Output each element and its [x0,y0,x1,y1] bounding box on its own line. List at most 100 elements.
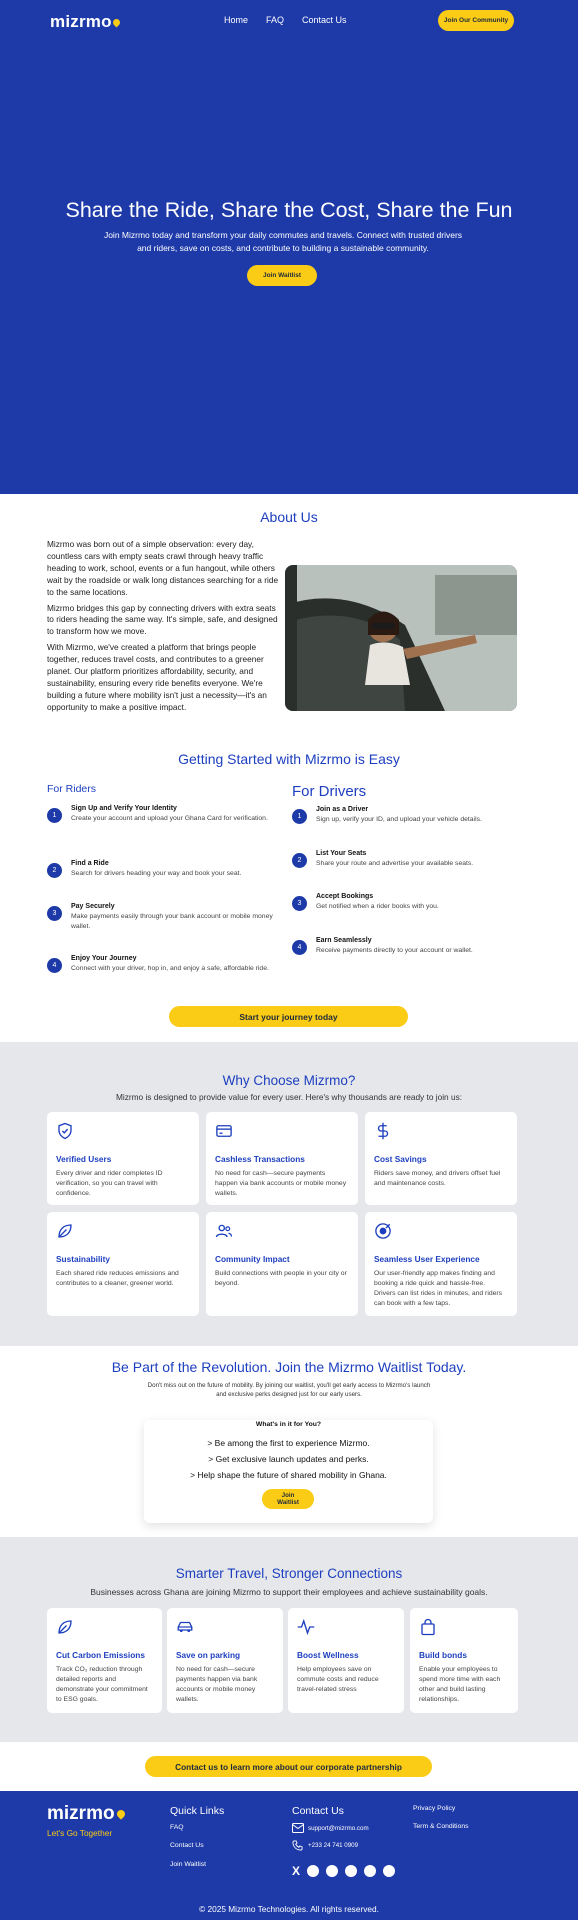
step-desc: Search for drivers heading your way and … [71,870,242,877]
footer-link-contact[interactable]: Contact Us [170,1842,204,1849]
quick-links-heading: Quick Links [170,1805,225,1817]
waitlist-join-button[interactable]: Join Waitlist [262,1489,314,1509]
feature-desc: Each shared ride reduces emissions and c… [56,1270,179,1287]
social-links: X [292,1865,396,1877]
corporate-card: Build bonds Enable your employees to spen… [410,1608,518,1713]
corporate-card: Cut Carbon Emissions Track CO₂ reduction … [47,1608,162,1713]
corporate-card-title: Save on parking [176,1650,241,1660]
instagram-icon[interactable] [345,1865,358,1877]
location-pin-icon [111,17,122,28]
about-text: Mizrmo was born out of a simple observat… [47,539,279,718]
about-paragraph: Mizrmo bridges this gap by connecting dr… [47,602,278,637]
step-title: Earn Seamlessly [316,937,372,944]
corporate-contact-button[interactable]: Contact us to learn more about our corpo… [145,1756,432,1777]
feature-desc: Riders save money, and drivers offset fu… [374,1170,501,1187]
step-title: List Your Seats [316,850,367,857]
footer-email[interactable]: support@mizrmo.com [308,1825,369,1832]
about-paragraph: With Mizrmo, we've created a platform th… [47,642,267,712]
hero-title: Share the Ride, Share the Cost, Share th… [65,198,513,222]
why-title: Why Choose Mizrmo? [222,1073,356,1088]
step-number: 4 [292,940,307,955]
location-pin-icon [114,1808,127,1820]
step-desc: Sign up, verify your ID, and upload your… [316,816,482,823]
hero-join-waitlist-button[interactable]: Join Waitlist [247,265,317,286]
leaf-icon [58,1224,72,1238]
leaf-icon [58,1620,72,1634]
corporate-card: Save on parking No need for cash—secure p… [167,1608,283,1713]
contact-heading: Contact Us [292,1805,344,1817]
feature-title: Seamless User Experience [374,1254,480,1264]
hero-section: mizrmo Home FAQ Contact Us Join Our Comm… [0,0,578,494]
riders-heading: For Riders [47,783,97,795]
start-journey-button[interactable]: Start your journey today [169,1006,408,1027]
step-number: 3 [292,896,307,911]
step-desc: Connect with your driver, hop in, and en… [71,965,269,972]
feature-title: Verified Users [56,1154,112,1164]
perk-text: Be among the first to experience Mizrmo. [214,1438,370,1448]
nav-faq[interactable]: FAQ [266,15,284,25]
rider-step: 3 Pay Securely Make payments easily throug… [47,903,277,932]
feature-title: Cashless Transactions [215,1154,305,1164]
footer-logo-text: mizrmo [47,1803,115,1824]
waitlist-card-title: What's in it for You? [255,1421,322,1428]
linkedin-icon[interactable] [326,1865,339,1877]
about-title: About Us [260,509,318,525]
step-title: Join as a Driver [316,806,369,813]
driver-step: 2 List Your Seats Share your route and adv… [292,850,522,869]
x-icon[interactable]: X [292,1865,300,1877]
step-title: Sign Up and Verify Your Identity [71,805,177,812]
step-number: 2 [47,863,62,878]
nav-contact[interactable]: Contact Us [302,15,347,25]
shield-check-icon [58,1122,72,1140]
footer-phone[interactable]: +233 24 741 0909 [308,1842,358,1849]
step-desc: Make payments easily through your bank a… [71,913,273,930]
step-number: 1 [292,809,307,824]
rider-step: 1 Sign Up and Verify Your Identity Create … [47,805,277,824]
step-number: 1 [47,808,62,823]
nav-home[interactable]: Home [224,15,248,25]
perks-list: > Be among the first to experience Mizrm… [144,1435,433,1483]
drivers-heading: For Drivers [292,783,367,800]
step-title: Enjoy Your Journey [71,955,137,962]
corporate-card-desc: Help employees save on commute costs and… [297,1666,379,1693]
perk-item: > Help shape the future of shared mobili… [190,1470,387,1480]
privacy-policy-link[interactable]: Privacy Policy [413,1805,455,1812]
corporate-card-desc: Enable your employees to spend more time… [419,1666,501,1703]
footer-link-faq[interactable]: FAQ [170,1824,184,1831]
feature-desc: No need for cash—secure payments happen … [215,1170,347,1197]
perk-item: > Get exclusive launch updates and perks… [208,1454,369,1464]
about-photo [285,565,517,711]
logo-text: mizrmo [50,12,112,31]
step-title: Accept Bookings [316,893,374,900]
feature-card: Sustainability Each shared ride reduces e… [47,1212,199,1316]
logo[interactable]: mizrmo [50,12,122,32]
feature-card: Cost Savings Riders save money, and drive… [365,1112,517,1205]
corporate-title: Smarter Travel, Stronger Connections [175,1566,403,1581]
footer-logo[interactable]: mizrmo [47,1803,127,1825]
feature-card: Verified Users Every driver and rider com… [47,1112,199,1205]
credit-card-icon [216,1125,232,1137]
tiktok-icon[interactable] [364,1865,377,1877]
bag-icon [421,1618,435,1636]
target-icon [375,1223,391,1239]
users-icon [215,1224,233,1238]
terms-link[interactable]: Term & Conditions [413,1823,469,1830]
join-community-button[interactable]: Join Our Community [438,10,514,31]
step-title: Find a Ride [71,860,109,867]
corporate-card-desc: No need for cash—secure payments happen … [176,1666,258,1703]
pulse-icon [297,1618,315,1636]
step-desc: Share your route and advertise your avai… [316,860,474,867]
step-desc: Get notified when a rider books with you… [316,903,439,910]
driver-step: 3 Accept Bookings Get notified when a ride… [292,893,522,912]
corporate-card-title: Boost Wellness [297,1650,359,1660]
facebook-icon[interactable] [307,1865,320,1877]
waitlist-card: What's in it for You? > Be among the fir… [144,1420,433,1523]
footer-link-waitlist[interactable]: Join Waitlist [170,1861,206,1868]
copyright: © 2025 Mizrmo Technologies. All rights r… [199,1904,379,1914]
waitlist-title: Be Part of the Revolution. Join the Mizr… [111,1359,467,1375]
feature-card: Seamless User Experience Our user-friendl… [365,1212,517,1316]
corporate-card-title: Cut Carbon Emissions [56,1650,145,1660]
rider-step: 4 Enjoy Your Journey Connect with your dri… [47,955,277,974]
snapchat-icon[interactable] [383,1865,396,1877]
perk-item: > Be among the first to experience Mizrm… [207,1438,370,1448]
